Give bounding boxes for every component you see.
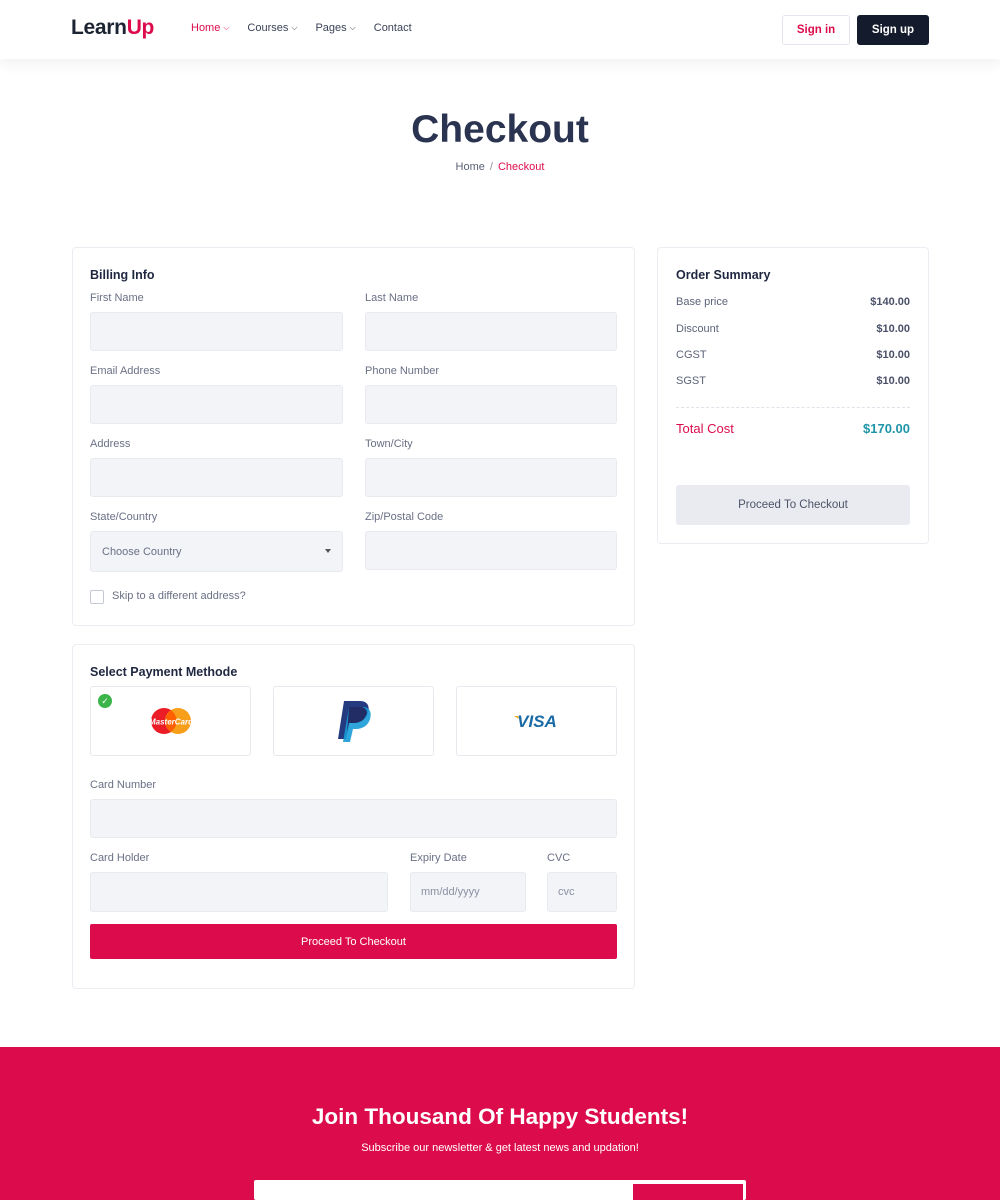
- country-select-value: Choose Country: [102, 545, 182, 558]
- breadcrumb-home[interactable]: Home: [456, 161, 485, 173]
- mastercard-icon: MasterCard: [148, 708, 194, 734]
- zip-label: Zip/Postal Code: [365, 511, 444, 523]
- last-name-field[interactable]: [365, 312, 617, 351]
- zip-field[interactable]: [365, 531, 617, 570]
- site-header: LearnUp Home ⌵ Courses ⌵ Pages ⌵ Contact Si…: [0, 0, 1000, 59]
- logo[interactable]: LearnUp: [71, 16, 154, 40]
- city-label: Town/City: [365, 438, 413, 450]
- first-name-field[interactable]: [90, 312, 343, 351]
- newsletter-email-input[interactable]: [254, 1180, 632, 1200]
- email-field[interactable]: [90, 385, 343, 424]
- logo-main: Learn: [71, 16, 127, 39]
- cvc-field[interactable]: cvc: [547, 872, 617, 912]
- caret-down-icon: [325, 549, 331, 553]
- logo-accent: Up: [126, 16, 155, 39]
- summary-divider: [676, 407, 910, 408]
- signup-button[interactable]: Sign up: [857, 15, 929, 45]
- newsletter-subtitle: Subscribe our newsletter & get latest ne…: [361, 1142, 639, 1154]
- payment-title: Select Payment Methode: [90, 665, 238, 679]
- nav-label: Courses: [247, 22, 289, 34]
- chevron-down-icon: ⌵: [349, 23, 356, 32]
- signin-button[interactable]: Sign in: [782, 15, 850, 45]
- city-field[interactable]: [365, 458, 617, 497]
- payment-option-visa[interactable]: VISA: [456, 686, 617, 756]
- state-label: State/Country: [90, 511, 158, 523]
- summary-row-base-price: Base price $140.00: [676, 296, 910, 308]
- total-label: Total Cost: [676, 421, 734, 436]
- country-select[interactable]: Choose Country: [90, 531, 343, 572]
- payment-option-paypal[interactable]: [273, 686, 434, 756]
- breadcrumb-current: Checkout: [497, 161, 545, 173]
- payment-option-mastercard[interactable]: ✓ MasterCard: [90, 686, 251, 756]
- svg-text:MasterCard: MasterCard: [148, 718, 193, 727]
- card-holder-label: Card Holder: [90, 852, 150, 864]
- summary-label: Base price: [676, 296, 728, 308]
- breadcrumb-separator: /: [489, 161, 493, 173]
- paypal-icon: [337, 701, 371, 742]
- breadcrumb: Home / Checkout: [0, 161, 1000, 173]
- skip-address-checkbox[interactable]: [90, 590, 104, 604]
- skip-address-label: Skip to a different address?: [112, 590, 246, 602]
- card-number-field[interactable]: [90, 799, 617, 838]
- proceed-checkout-button[interactable]: Proceed To Checkout: [90, 924, 617, 959]
- summary-value: $10.00: [876, 349, 910, 361]
- phone-field[interactable]: [365, 385, 617, 424]
- summary-proceed-button[interactable]: Proceed To Checkout: [676, 485, 910, 525]
- summary-row-discount: Discount $10.00: [676, 323, 910, 335]
- address-label: Address: [90, 438, 131, 450]
- main-nav: Home ⌵ Courses ⌵ Pages ⌵ Contact: [191, 22, 430, 34]
- summary-row-sgst: SGST $10.00: [676, 375, 910, 387]
- last-name-label: Last Name: [365, 292, 419, 304]
- address-field[interactable]: [90, 458, 343, 497]
- nav-item-home[interactable]: Home ⌵: [191, 22, 229, 34]
- nav-label: Contact: [373, 22, 412, 34]
- nav-label: Pages: [315, 22, 347, 34]
- card-holder-field[interactable]: [90, 872, 388, 912]
- email-label: Email Address: [90, 365, 161, 377]
- summary-label: CGST: [676, 349, 707, 361]
- phone-label: Phone Number: [365, 365, 439, 377]
- summary-value: $140.00: [870, 296, 910, 308]
- nav-item-contact[interactable]: Contact: [374, 22, 412, 34]
- svg-text:VISA: VISA: [517, 712, 557, 731]
- total-value: $170.00: [863, 421, 910, 436]
- summary-label: Discount: [676, 323, 719, 335]
- first-name-label: First Name: [90, 292, 144, 304]
- cvc-label: CVC: [547, 852, 571, 864]
- billing-title: Billing Info: [90, 268, 155, 282]
- newsletter-subscribe-button[interactable]: [633, 1184, 743, 1200]
- newsletter-title: Join Thousand Of Happy Students!: [311, 1104, 689, 1129]
- chevron-down-icon: ⌵: [291, 23, 298, 32]
- card-number-label: Card Number: [90, 779, 157, 791]
- order-summary-title: Order Summary: [676, 268, 771, 282]
- check-icon: ✓: [98, 694, 112, 708]
- summary-value: $10.00: [876, 323, 910, 335]
- nav-item-pages[interactable]: Pages ⌵: [315, 22, 355, 34]
- summary-row-cgst: CGST $10.00: [676, 349, 910, 361]
- summary-total-row: Total Cost $170.00: [676, 421, 910, 436]
- nav-label: Home: [191, 22, 221, 34]
- summary-value: $10.00: [876, 375, 910, 387]
- page-title: Checkout: [411, 108, 589, 151]
- nav-item-courses[interactable]: Courses ⌵: [247, 22, 297, 34]
- expiry-label: Expiry Date: [410, 852, 467, 864]
- expiry-field[interactable]: mm/dd/yyyy: [410, 872, 526, 912]
- visa-icon: VISA: [513, 712, 557, 731]
- chevron-down-icon: ⌵: [223, 23, 230, 32]
- summary-label: SGST: [676, 375, 706, 387]
